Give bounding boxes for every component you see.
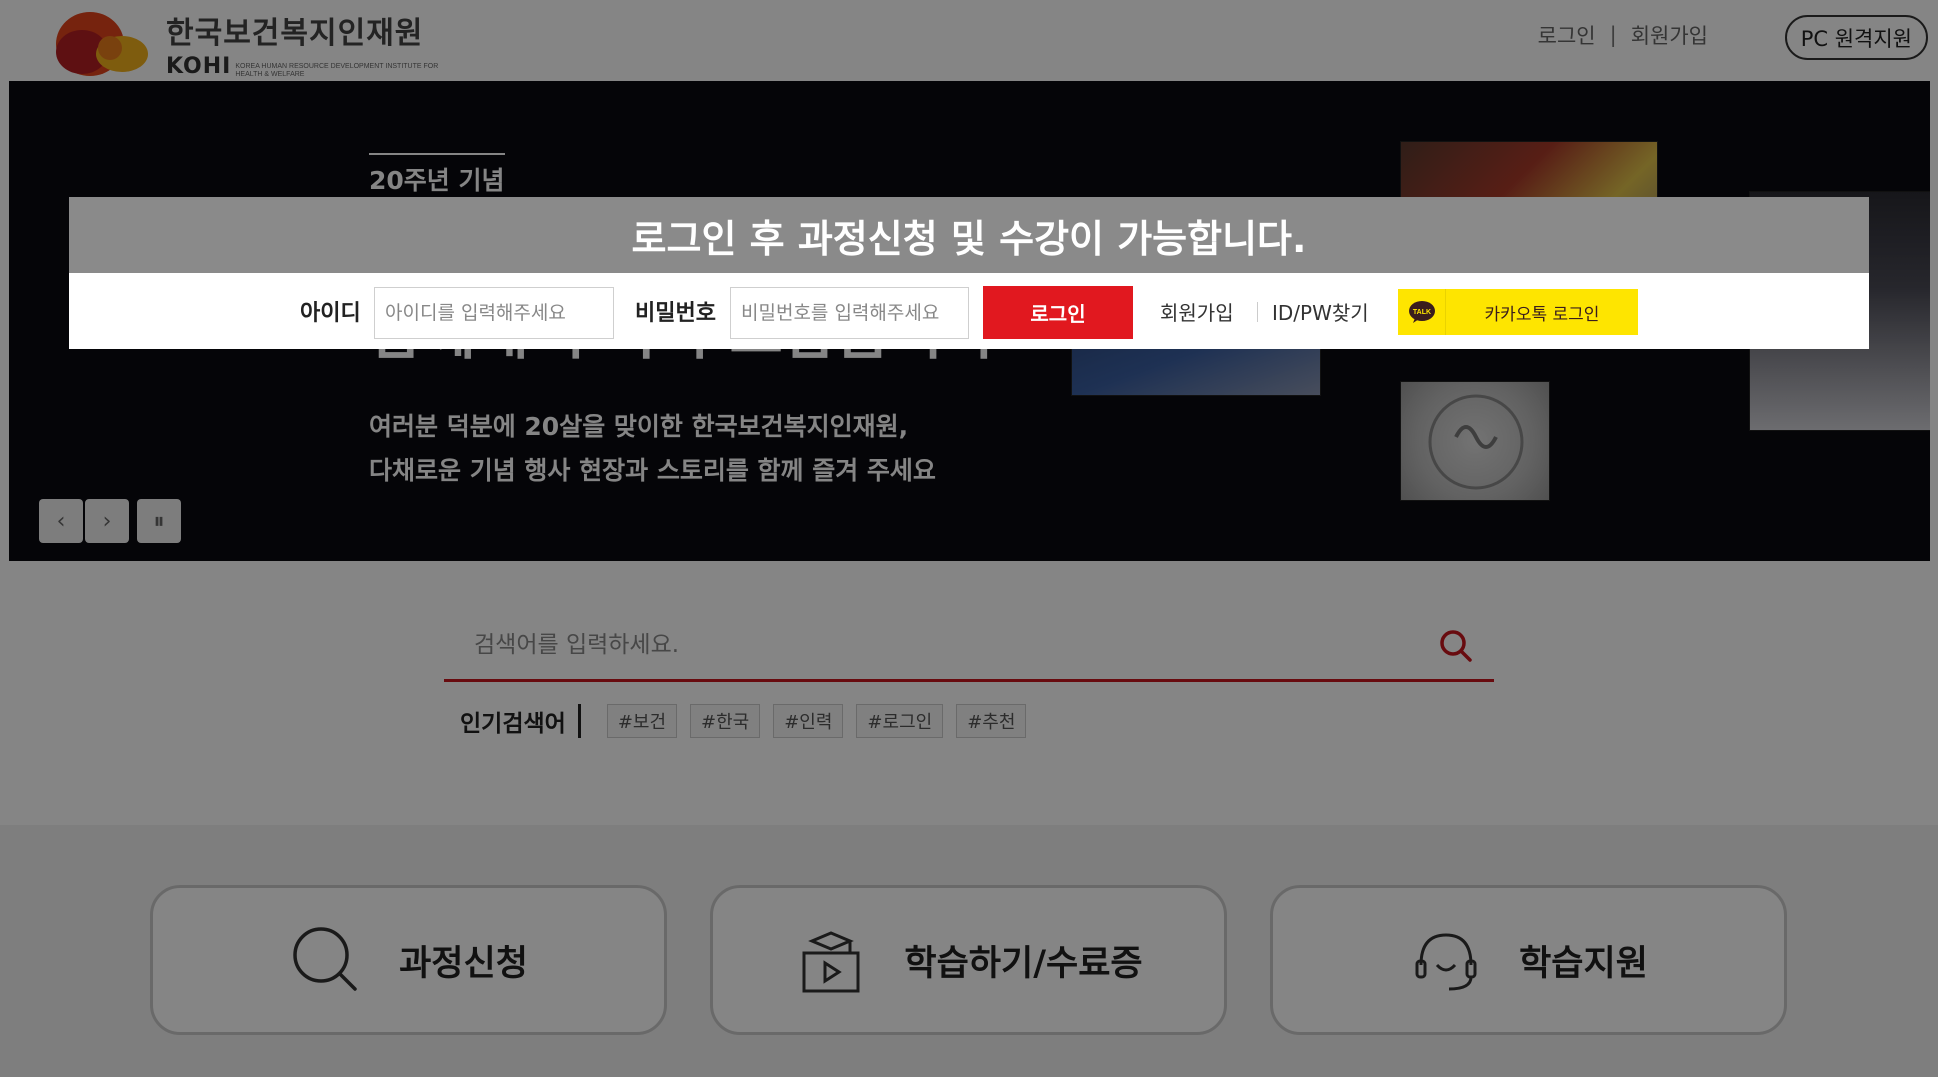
kakao-icon-text: TALK <box>1412 309 1430 316</box>
password-label: 비밀번호 <box>635 301 716 326</box>
find-id-pw-link[interactable]: ID/PW찾기 <box>1272 273 1369 349</box>
password-input[interactable] <box>730 287 969 339</box>
login-form: 아이디 비밀번호 로그인 회원가입 ID/PW찾기 TALK 카카오톡 로그인 <box>69 273 1869 349</box>
link-divider <box>1257 302 1258 322</box>
login-prompt-title: 로그인 후 과정신청 및 수강이 가능합니다. <box>631 216 1307 261</box>
kakao-login-button[interactable]: TALK 카카오톡 로그인 <box>1398 289 1638 335</box>
kakao-talk-icon: TALK <box>1398 289 1446 335</box>
kakao-login-label: 카카오톡 로그인 <box>1484 304 1600 325</box>
id-label: 아이디 <box>300 301 361 326</box>
login-prompt-bar: 로그인 후 과정신청 및 수강이 가능합니다. <box>69 197 1869 273</box>
id-input[interactable] <box>374 287 614 339</box>
signup-link[interactable]: 회원가입 <box>1160 273 1234 349</box>
login-button[interactable]: 로그인 <box>983 286 1133 339</box>
modal-overlay <box>0 0 1938 1077</box>
